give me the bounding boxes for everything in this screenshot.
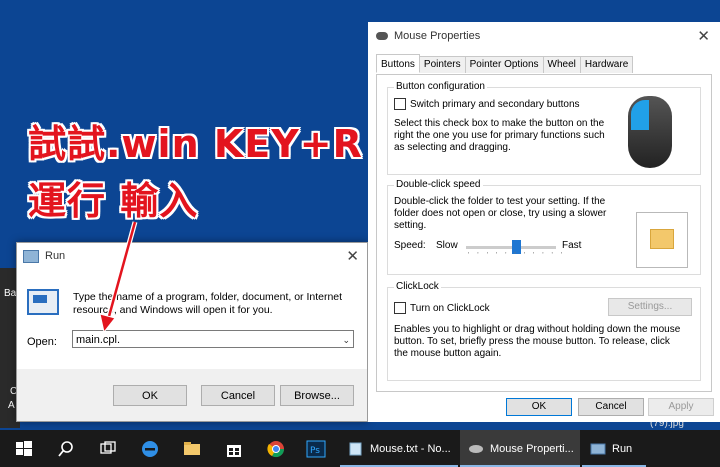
- chrome-icon[interactable]: [266, 439, 286, 459]
- taskbar-app-label: Mouse Properti...: [490, 442, 574, 455]
- run-icon: [590, 443, 606, 454]
- search-icon[interactable]: [56, 439, 76, 459]
- taskbar-app-label: Mouse.txt - No...: [370, 442, 451, 455]
- file-explorer-icon[interactable]: [182, 439, 202, 459]
- tab-buttons[interactable]: Buttons: [376, 54, 420, 73]
- taskbar-app-mouse-properties[interactable]: Mouse Properti...: [460, 430, 580, 467]
- taskbar-app-label: Run: [612, 442, 633, 455]
- store-icon[interactable]: [224, 439, 244, 459]
- taskbar-app-run[interactable]: Run: [582, 430, 646, 467]
- edge-icon[interactable]: [140, 439, 160, 459]
- task-view-icon[interactable]: [98, 439, 118, 459]
- photoshop-icon[interactable]: Ps: [306, 439, 326, 459]
- mouse-icon: [469, 444, 483, 453]
- windows-start-icon[interactable]: [14, 439, 34, 459]
- annotation-arrow: [99, 221, 138, 334]
- svg-text:Ps: Ps: [310, 446, 320, 456]
- taskbar: Ps Mouse.txt - No... Mouse Properti... R…: [0, 430, 720, 467]
- taskbar-app-notepad[interactable]: Mouse.txt - No...: [340, 430, 458, 467]
- notepad-icon: [349, 442, 362, 455]
